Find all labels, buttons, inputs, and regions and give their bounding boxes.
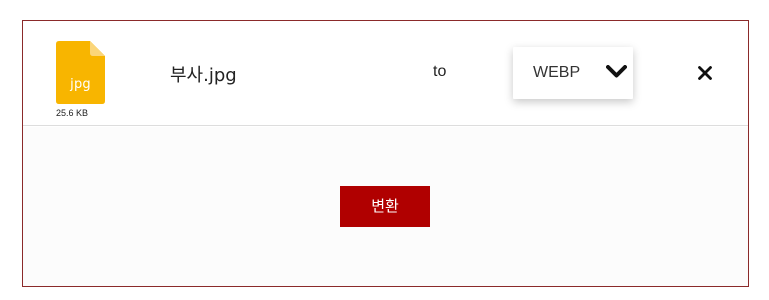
file-extension-label: jpg	[70, 77, 91, 92]
chevron-down-icon	[606, 65, 627, 78]
file-row: jpg 25.6 KB 부사.jpg to WEBP	[23, 21, 748, 126]
converter-panel: jpg 25.6 KB 부사.jpg to WEBP 변환	[22, 20, 749, 287]
file-size: 25.6 KB	[56, 108, 89, 118]
close-icon	[698, 66, 712, 80]
target-format-value: WEBP	[533, 64, 581, 81]
convert-button[interactable]: 변환	[340, 186, 430, 227]
jpg-file-icon: jpg	[56, 41, 105, 104]
action-area: 변환	[23, 127, 748, 286]
to-label: to	[433, 63, 447, 80]
file-name: 부사.jpg	[170, 65, 237, 86]
remove-file-button[interactable]	[695, 63, 715, 83]
target-format-select[interactable]: WEBP	[513, 47, 633, 99]
